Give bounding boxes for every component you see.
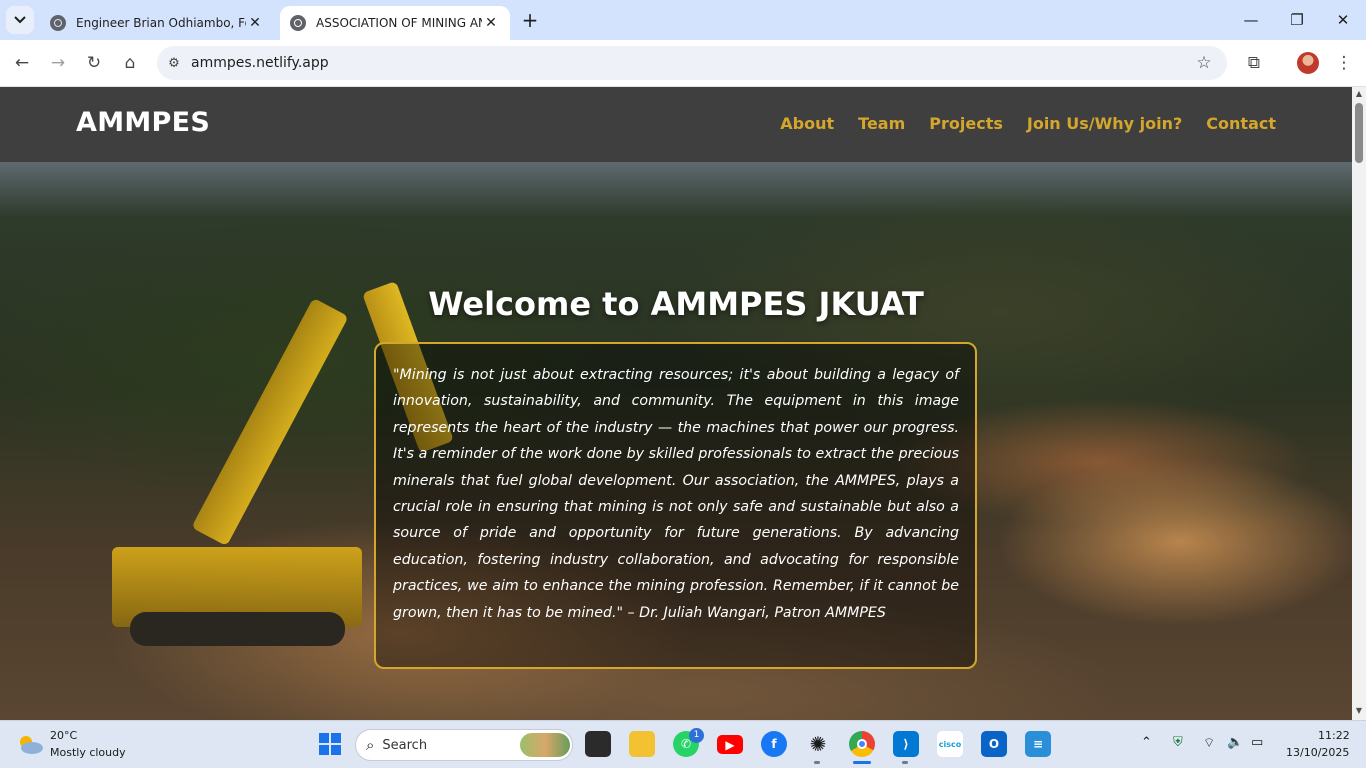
notepad-icon[interactable]: ≡ [1025,731,1051,757]
clock-date[interactable]: 13/10/2025 [1286,746,1349,759]
bookmark-star-icon[interactable]: ☆ [1189,48,1219,78]
running-indicator [902,761,908,764]
page-scrollbar[interactable]: ▲ ▼ [1352,87,1366,720]
taskbar-search-box[interactable]: ⌕ Search [355,729,573,761]
weather-temperature[interactable]: 20°C [50,729,77,742]
hero-title: Welcome to AMMPES JKUAT [428,285,924,323]
globe-icon [50,15,66,31]
volume-icon[interactable]: 🔈 [1227,735,1243,750]
running-indicator [814,761,820,764]
cisco-icon[interactable]: cisco [937,731,963,757]
scroll-thumb[interactable] [1355,103,1363,163]
globe-icon [290,15,306,31]
browser-tab-strip: Engineer Brian Odhiambo, Foun ✕ ASSOCIAT… [0,0,1366,40]
weather-description[interactable]: Mostly cloudy [50,746,126,759]
tab-title: ASSOCIATION OF MINING AND [316,16,482,30]
profile-avatar[interactable] [1297,52,1319,74]
windows-taskbar: 20°C Mostly cloudy ⌕ Search ✆ 1 ▶ f ✺ ⟩ … [0,720,1366,768]
cloud-sun-icon[interactable] [16,733,44,755]
minimize-button[interactable]: — [1228,0,1274,40]
vscode-icon[interactable]: ⟩ [893,731,919,757]
chevron-up-icon[interactable]: ⌃ [1141,735,1152,750]
facebook-icon[interactable]: f [761,731,787,757]
close-tab-icon[interactable]: ✕ [482,15,500,31]
page-viewport: AMMPES About Team Projects Join Us/Why j… [0,87,1352,720]
file-explorer-icon[interactable] [629,731,655,757]
battery-icon[interactable]: ▭ [1251,735,1263,750]
defender-shield-icon[interactable]: ⛨ [1173,735,1183,750]
windows-start-icon[interactable] [317,731,343,757]
reload-icon[interactable]: ↻ [79,48,109,78]
tab-search-icon[interactable] [6,6,34,34]
youtube-icon[interactable]: ▶ [717,735,743,754]
nav-team[interactable]: Team [858,114,905,133]
menu-kebab-icon[interactable]: ⋮ [1329,48,1359,78]
scroll-down-arrow-icon[interactable]: ▼ [1354,706,1364,718]
address-bar[interactable]: ⚙ ammpes.netlify.app [157,46,1227,80]
search-icon: ⌕ [366,736,375,754]
url-text: ammpes.netlify.app [191,55,329,71]
patron-quote-text: "Mining is not just about extracting res… [393,367,959,621]
task-view-icon[interactable] [585,731,611,757]
wifi-icon[interactable]: ⌔ [1203,735,1215,751]
tab-title: Engineer Brian Odhiambo, Foun [76,16,246,30]
search-highlight-image [520,733,570,757]
chrome-icon[interactable] [849,731,875,757]
whatsapp-notification-badge: 1 [689,728,704,743]
nav-projects[interactable]: Projects [929,114,1003,133]
outlook-icon[interactable]: O [981,731,1007,757]
close-tab-icon[interactable]: ✕ [246,15,264,31]
site-navbar: AMMPES About Team Projects Join Us/Why j… [0,87,1352,162]
nav-links: About Team Projects Join Us/Why join? Co… [780,114,1276,133]
home-icon[interactable]: ⌂ [115,48,145,78]
clock-time[interactable]: 11:22 [1318,729,1350,742]
nav-join-us[interactable]: Join Us/Why join? [1027,114,1182,133]
nav-about[interactable]: About [780,114,834,133]
browser-tab-2[interactable]: ASSOCIATION OF MINING AND ✕ [280,6,510,40]
site-info-icon[interactable]: ⚙ [157,56,191,71]
forward-icon[interactable]: → [43,48,73,78]
chatgpt-icon[interactable]: ✺ [805,731,831,757]
site-logo[interactable]: AMMPES [76,107,210,138]
extensions-icon[interactable]: ⧉ [1239,48,1269,78]
nav-contact[interactable]: Contact [1206,114,1276,133]
search-placeholder: Search [382,737,428,753]
restore-button[interactable]: ❐ [1274,0,1320,40]
excavator-arm [191,297,349,547]
patron-quote-box: "Mining is not just about extracting res… [374,342,977,669]
new-tab-button[interactable]: + [518,9,542,33]
back-icon[interactable]: ← [7,48,37,78]
browser-toolbar: ← → ↻ ⌂ ⚙ ammpes.netlify.app ☆ ⧉ ⋮ [0,40,1366,87]
browser-tab-1[interactable]: Engineer Brian Odhiambo, Foun ✕ [40,6,274,40]
scroll-up-arrow-icon[interactable]: ▲ [1354,89,1364,101]
close-window-button[interactable]: ✕ [1320,0,1366,40]
active-app-indicator [853,761,871,764]
excavator-track [130,612,345,646]
